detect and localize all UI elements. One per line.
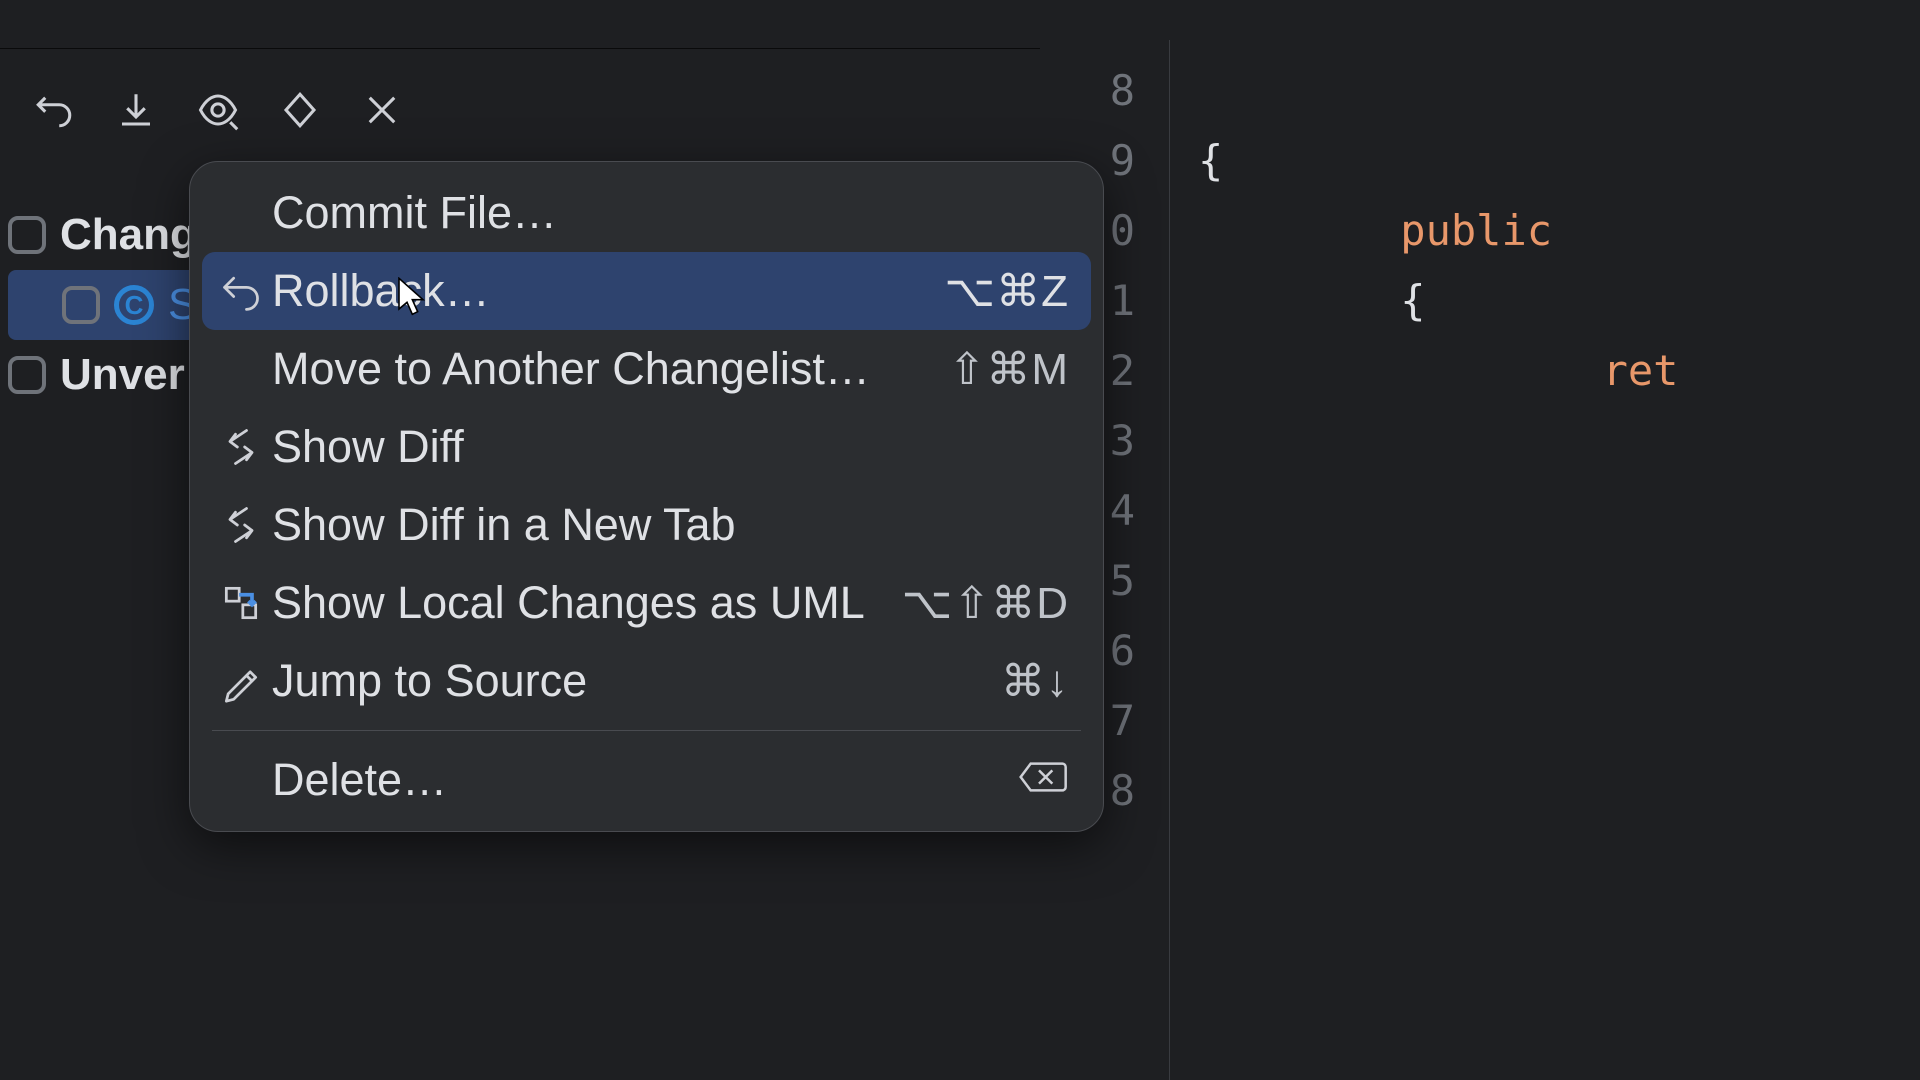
checkbox-icon[interactable] bbox=[62, 286, 100, 324]
checkbox-icon[interactable] bbox=[8, 356, 46, 394]
checkbox-icon[interactable] bbox=[8, 216, 46, 254]
menu-item-label: Show Diff bbox=[272, 421, 1069, 473]
menu-item-move-changelist[interactable]: Move to Another Changelist… ⇧⌘M bbox=[202, 330, 1091, 408]
download-icon[interactable] bbox=[112, 85, 160, 135]
code-text: ret bbox=[1400, 346, 1678, 395]
menu-item-shortcut: ⌥⇧⌘D bbox=[902, 578, 1069, 629]
menu-item-label: Show Diff in a New Tab bbox=[272, 499, 1069, 551]
menu-item-label: Commit File… bbox=[272, 187, 1069, 239]
unversioned-label: Unver bbox=[60, 350, 185, 400]
diff-icon[interactable] bbox=[276, 85, 324, 135]
csharp-file-icon: C bbox=[114, 285, 154, 325]
menu-item-jump-to-source[interactable]: Jump to Source ⌘↓ bbox=[202, 642, 1091, 720]
code-area[interactable]: { public { ret bbox=[1170, 40, 1678, 1080]
diff-arrows-icon bbox=[210, 425, 272, 469]
menu-item-show-diff[interactable]: Show Diff bbox=[202, 408, 1091, 486]
vcs-toolbar bbox=[30, 85, 406, 135]
menu-item-label: Rollback… bbox=[272, 265, 916, 317]
close-icon[interactable] bbox=[358, 85, 406, 135]
menu-item-shortcut: ⌥⌘Z bbox=[944, 266, 1069, 317]
code-text: { bbox=[1198, 136, 1223, 185]
context-menu: Commit File… Rollback… ⌥⌘Z Move to Anoth… bbox=[189, 161, 1104, 832]
menu-item-show-diff-new-tab[interactable]: Show Diff in a New Tab bbox=[202, 486, 1091, 564]
code-text: { bbox=[1299, 276, 1425, 325]
menu-item-shortcut: ⌘↓ bbox=[1001, 656, 1069, 707]
menu-item-label: Delete… bbox=[272, 754, 991, 806]
menu-item-show-uml[interactable]: Show Local Changes as UML ⌥⇧⌘D bbox=[202, 564, 1091, 642]
diff-arrows-icon bbox=[210, 503, 272, 547]
menu-item-commit-file[interactable]: Commit File… bbox=[202, 174, 1091, 252]
code-text: public bbox=[1299, 206, 1552, 255]
uml-icon bbox=[210, 581, 272, 625]
menu-item-label: Show Local Changes as UML bbox=[272, 577, 874, 629]
menu-item-rollback[interactable]: Rollback… ⌥⌘Z bbox=[202, 252, 1091, 330]
menu-separator bbox=[212, 730, 1081, 731]
menu-item-label: Move to Another Changelist… bbox=[272, 343, 920, 395]
delete-key-icon bbox=[1019, 755, 1069, 805]
code-editor[interactable]: 8 9 0 1 2 3 4 5 6 7 8 { public { ret bbox=[1040, 40, 1920, 1080]
rollback-icon[interactable] bbox=[30, 85, 78, 135]
line-number: 8 bbox=[1040, 56, 1135, 126]
menu-item-shortcut: ⇧⌘M bbox=[948, 344, 1069, 395]
preview-icon[interactable] bbox=[194, 85, 242, 135]
changes-label: Chang bbox=[60, 210, 197, 260]
undo-icon bbox=[210, 269, 272, 313]
menu-item-delete[interactable]: Delete… bbox=[202, 741, 1091, 819]
pencil-icon bbox=[210, 659, 272, 703]
menu-item-label: Jump to Source bbox=[272, 655, 973, 707]
